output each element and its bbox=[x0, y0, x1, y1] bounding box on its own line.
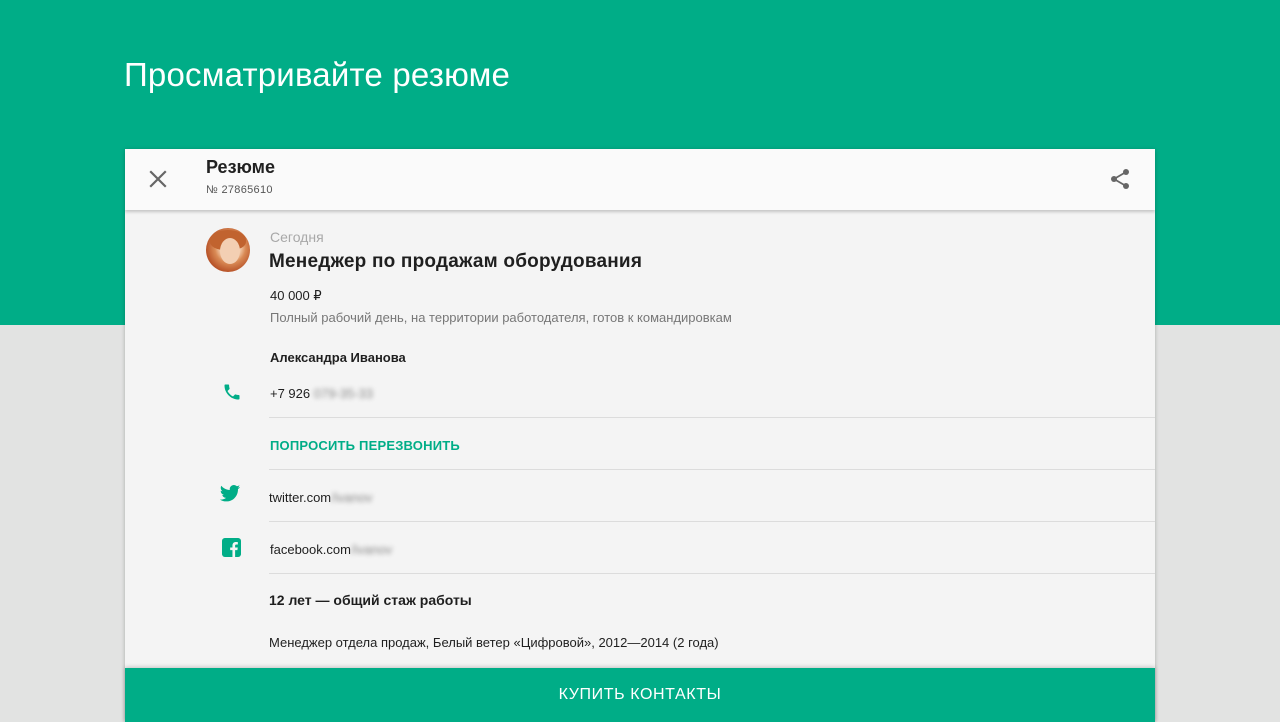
phone-prefix: +7 926 bbox=[270, 386, 311, 401]
avatar bbox=[206, 228, 250, 272]
phone-number[interactable]: +7 926 079-35-33 bbox=[270, 386, 373, 401]
facebook-icon bbox=[220, 536, 242, 558]
share-icon bbox=[1111, 169, 1129, 189]
divider bbox=[269, 469, 1155, 470]
candidate-name: Александра Иванова bbox=[270, 350, 406, 365]
facebook-prefix: facebook.com bbox=[270, 542, 351, 557]
experience-item: Менеджер отдела продаж, Белый ветер «Циф… bbox=[269, 635, 719, 650]
resume-heading: Резюме bbox=[206, 157, 275, 177]
close-icon bbox=[149, 170, 167, 188]
job-title: Менеджер по продажам оборудования bbox=[269, 251, 643, 272]
page-title: Просматривайте резюме bbox=[124, 56, 511, 93]
twitter-prefix: twitter.com bbox=[269, 490, 332, 505]
request-callback-button[interactable]: ПОПРОСИТЬ ПЕРЕЗВОНИТЬ bbox=[270, 438, 460, 453]
phone-hidden: 079-35-33 bbox=[313, 386, 374, 401]
resume-date: Сегодня bbox=[270, 229, 324, 245]
close-button[interactable] bbox=[145, 166, 171, 192]
divider bbox=[269, 521, 1155, 522]
divider bbox=[269, 573, 1155, 574]
resume-toolbar: Резюме № 27865610 bbox=[125, 149, 1155, 210]
phone-icon bbox=[221, 381, 243, 403]
resume-card: Резюме № 27865610 Сегодня Менеджер по пр… bbox=[125, 149, 1155, 722]
buy-contacts-button[interactable]: КУПИТЬ КОНТАКТЫ bbox=[125, 668, 1155, 722]
resume-number: № 27865610 bbox=[206, 184, 273, 196]
share-button[interactable] bbox=[1106, 165, 1134, 193]
divider bbox=[269, 417, 1155, 418]
work-conditions: Полный рабочий день, на территории работ… bbox=[270, 310, 732, 325]
facebook-link[interactable]: facebook.com/ivanov bbox=[270, 542, 392, 557]
experience-total: 12 лет — общий стаж работы bbox=[269, 592, 472, 608]
facebook-hidden: /ivanov bbox=[350, 542, 393, 557]
salary: 40 000 ₽ bbox=[270, 288, 322, 303]
twitter-link[interactable]: twitter.com/ivanov bbox=[269, 490, 372, 505]
twitter-hidden: /ivanov bbox=[331, 490, 373, 505]
twitter-icon bbox=[219, 483, 241, 505]
